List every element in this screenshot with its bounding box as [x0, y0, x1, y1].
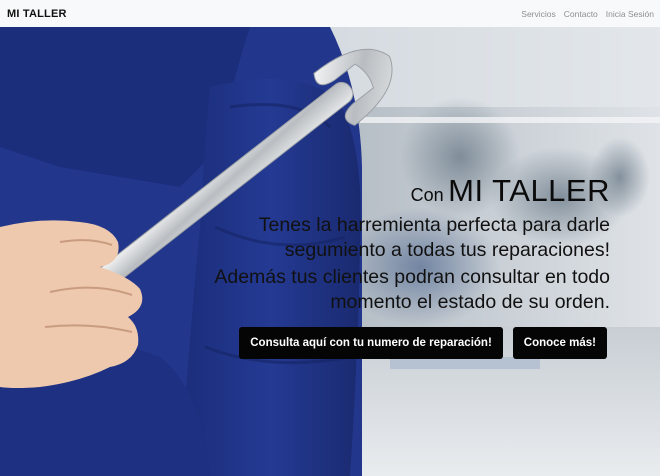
headline-prefix: Con: [410, 185, 444, 205]
hero-tagline-2: Además tus clientes podran consultar en …: [214, 266, 610, 313]
hero-text-block: Con MI TALLER Tenes la harremienta perfe…: [190, 175, 610, 314]
hero-tagline-1: Tenes la harremienta perfecta para darle…: [258, 214, 610, 261]
headline-brand: MI TALLER: [448, 173, 610, 208]
nav-link-contacto[interactable]: Contacto: [564, 9, 598, 19]
hero-section: Con MI TALLER Tenes la harremienta perfe…: [0, 27, 660, 476]
nav-link-iniciar-sesion[interactable]: Inicia Sesión: [606, 9, 654, 19]
hero-headline: Con MI TALLER: [190, 175, 610, 206]
consult-repair-button[interactable]: Consulta aquí con tu numero de reparació…: [239, 327, 503, 359]
learn-more-button[interactable]: Conoce más!: [512, 327, 607, 359]
nav-link-servicios[interactable]: Servicios: [521, 9, 555, 19]
top-navbar: MI TALLER Servicios Contacto Inicia Sesi…: [0, 0, 660, 27]
brand-logo-link[interactable]: MI TALLER: [7, 8, 67, 20]
hero-button-row: Consulta aquí con tu numero de reparació…: [239, 327, 607, 359]
nav-links: Servicios Contacto Inicia Sesión: [521, 9, 654, 19]
